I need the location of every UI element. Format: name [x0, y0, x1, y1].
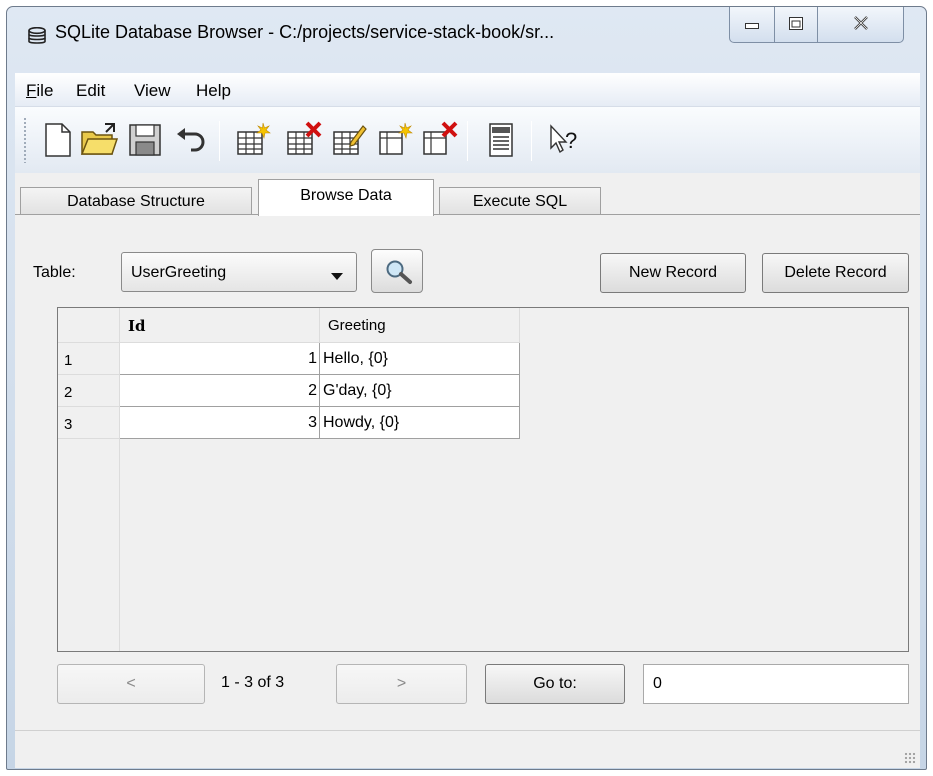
row-header[interactable]: 3 [58, 407, 120, 439]
resize-grip[interactable] [904, 752, 916, 764]
log-icon[interactable] [481, 120, 521, 160]
chevron-down-icon [331, 268, 343, 286]
status-bar [15, 730, 920, 768]
search-button[interactable] [371, 249, 423, 293]
window-title: SQLite Database Browser - C:/projects/se… [55, 22, 555, 42]
grid-corner [58, 308, 120, 343]
delete-table-icon[interactable] [283, 120, 323, 160]
whats-this-icon[interactable]: ? [543, 120, 583, 160]
toolbar-separator [219, 121, 220, 161]
minimize-icon [745, 15, 759, 35]
title-bar[interactable]: SQLite Database Browser - C:/projects/se… [7, 7, 926, 65]
menu-edit[interactable]: Edit [76, 81, 105, 101]
table-cell-greeting[interactable]: Hello, {0} [320, 343, 520, 375]
row-header[interactable]: 2 [58, 375, 120, 407]
create-index-icon[interactable] [375, 120, 415, 160]
modify-table-icon[interactable] [329, 120, 369, 160]
save-icon[interactable] [125, 120, 165, 160]
delete-index-icon[interactable] [419, 120, 459, 160]
maximize-icon [789, 15, 803, 35]
database-icon [27, 26, 47, 50]
menu-help[interactable]: Help [196, 81, 231, 101]
undo-icon[interactable] [171, 120, 211, 160]
goto-row-input[interactable]: 0 [643, 664, 909, 704]
table-cell-id[interactable]: 1 [120, 343, 320, 375]
goto-button[interactable]: Go to: [485, 664, 625, 704]
table-cell-id[interactable]: 3 [120, 407, 320, 439]
create-table-icon[interactable] [233, 120, 273, 160]
close-button[interactable] [818, 7, 904, 43]
open-database-icon[interactable] [79, 120, 119, 160]
table-label: Table: [33, 264, 76, 281]
maximize-button[interactable] [775, 7, 818, 43]
tab-database-structure[interactable]: Database Structure [20, 187, 252, 217]
new-record-button[interactable]: New Record [600, 253, 746, 293]
row-header[interactable]: 1 [58, 343, 120, 375]
column-header-greeting[interactable]: Greeting [320, 308, 520, 343]
page-range-label: 1 - 3 of 3 [221, 674, 285, 691]
menu-bar: File Edit View Help [15, 73, 920, 107]
table-select[interactable]: UserGreeting [121, 252, 357, 292]
svg-text:?: ? [565, 128, 577, 153]
magnifier-icon [383, 258, 413, 291]
new-database-icon[interactable] [37, 120, 77, 160]
tab-bar: Database Structure Browse Data Execute S… [15, 173, 920, 217]
delete-record-button[interactable]: Delete Record [762, 253, 909, 293]
browse-data-panel: Table: UserGreeting New Record Delete Re… [15, 214, 920, 730]
tab-browse-data[interactable]: Browse Data [258, 179, 434, 216]
menu-file[interactable]: File [26, 81, 53, 101]
toolbar-separator [467, 121, 468, 161]
menu-view[interactable]: View [134, 81, 171, 101]
close-icon [853, 15, 869, 35]
data-grid[interactable]: Id Greeting 1 2 3 1 Hello, {0} 2 G'day, … [57, 307, 909, 652]
tab-execute-sql[interactable]: Execute SQL [439, 187, 601, 217]
table-cell-greeting[interactable]: G'day, {0} [320, 375, 520, 407]
column-header-id[interactable]: Id [120, 308, 320, 343]
next-page-button[interactable]: > [336, 664, 467, 704]
table-cell-greeting[interactable]: Howdy, {0} [320, 407, 520, 439]
table-select-value: UserGreeting [131, 264, 227, 281]
table-cell-id[interactable]: 2 [120, 375, 320, 407]
row-header-fill [58, 439, 120, 651]
toolbar-grip[interactable] [23, 117, 27, 163]
previous-page-button[interactable]: < [57, 664, 205, 704]
app-window: SQLite Database Browser - C:/projects/se… [6, 6, 927, 770]
minimize-button[interactable] [729, 7, 775, 43]
toolbar: ? [15, 107, 920, 173]
toolbar-separator [531, 121, 532, 161]
